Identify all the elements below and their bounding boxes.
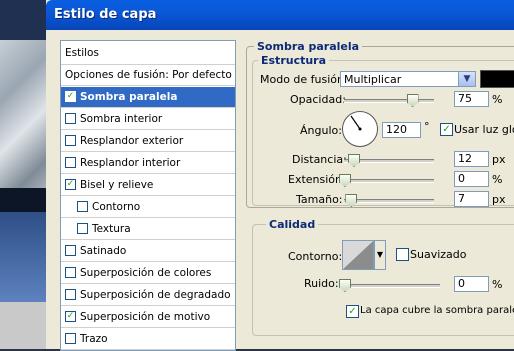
- style-item[interactable]: Satinado: [61, 241, 235, 262]
- antialias-label[interactable]: Suavizado: [410, 248, 467, 261]
- noise-unit: %: [492, 278, 503, 291]
- contour-label: Contorno:: [288, 250, 343, 263]
- spread-label: Extensión:: [288, 173, 346, 186]
- style-checkbox[interactable]: [77, 200, 88, 212]
- style-item-label: Contorno: [92, 201, 141, 213]
- style-item[interactable]: Resplandor interior: [61, 153, 235, 174]
- style-item[interactable]: Trazo: [61, 329, 235, 350]
- chevron-down-icon: ▼: [458, 72, 475, 86]
- style-checkbox[interactable]: ✓: [65, 310, 76, 322]
- title-bar[interactable]: Estilo de capa: [46, 0, 514, 30]
- angle-input[interactable]: 120: [382, 122, 421, 138]
- drop-shadow-title: Sombra paralela: [254, 40, 363, 53]
- style-checkbox[interactable]: [65, 266, 76, 278]
- shadow-color-swatch[interactable]: [480, 70, 514, 88]
- style-checkbox[interactable]: [65, 112, 76, 124]
- style-item-label: Opciones de fusión: Por defecto: [65, 69, 232, 81]
- global-light-checkbox[interactable]: ✓: [440, 123, 453, 136]
- style-item[interactable]: Opciones de fusión: Por defecto: [61, 65, 235, 86]
- style-item[interactable]: Sombra interior: [61, 109, 235, 130]
- contour-preview[interactable]: [342, 240, 374, 270]
- size-label: Tamaño:: [296, 193, 343, 206]
- noise-label: Ruido:: [304, 277, 339, 290]
- window-title: Estilo de capa: [54, 7, 157, 22]
- blend-mode-select[interactable]: Multiplicar ▼: [340, 71, 476, 87]
- structure-title: Estructura: [258, 54, 330, 67]
- style-checkbox[interactable]: [77, 222, 88, 234]
- style-item[interactable]: Superposición de degradado: [61, 285, 235, 306]
- style-item-label: Sombra interior: [80, 113, 163, 125]
- opacity-unit: %: [492, 93, 503, 106]
- size-unit: px: [492, 193, 506, 206]
- noise-input[interactable]: 0: [454, 276, 489, 292]
- style-item[interactable]: ✓ Bisel y relieve: [61, 175, 235, 196]
- noise-slider[interactable]: [344, 284, 440, 288]
- knockout-checkbox[interactable]: ✓: [346, 305, 359, 318]
- angle-unit: °: [424, 120, 430, 133]
- dialog-body: Estilos Opciones de fusión: Por defecto ✓…: [48, 30, 514, 351]
- style-checkbox[interactable]: ✓: [65, 90, 76, 102]
- style-item[interactable]: Resplandor exterior: [61, 131, 235, 152]
- style-checkbox[interactable]: ✓: [65, 178, 76, 190]
- styles-header[interactable]: Estilos: [61, 41, 235, 65]
- style-item-label: Bisel y relieve: [80, 179, 154, 191]
- global-light-label[interactable]: Usar luz global: [454, 123, 514, 136]
- angle-dial[interactable]: [342, 111, 378, 147]
- contour-curve-icon: [343, 241, 373, 269]
- spread-slider[interactable]: [344, 179, 434, 183]
- spread-unit: %: [492, 173, 503, 186]
- style-checkbox[interactable]: [65, 244, 76, 256]
- angle-needle-icon: [350, 115, 362, 131]
- style-item[interactable]: ✓ Superposición de motivo: [61, 307, 235, 328]
- check-icon: ✓: [348, 306, 357, 317]
- style-item-label: Trazo: [80, 333, 108, 345]
- opacity-input[interactable]: 75: [454, 91, 489, 107]
- style-item[interactable]: Contorno: [61, 197, 235, 218]
- style-item-label: Superposición de colores: [80, 267, 212, 279]
- quality-title: Calidad: [266, 218, 319, 231]
- style-item-label: Satinado: [80, 245, 127, 257]
- distance-label: Distancia:: [292, 153, 347, 166]
- style-checkbox[interactable]: [65, 288, 76, 300]
- styles-list: Estilos Opciones de fusión: Por defecto ✓…: [60, 40, 236, 351]
- style-checkbox[interactable]: [65, 134, 76, 146]
- style-item-label: Resplandor interior: [80, 157, 181, 169]
- spread-input[interactable]: 0: [454, 171, 489, 187]
- style-checkbox[interactable]: [65, 156, 76, 168]
- distance-unit: px: [492, 153, 506, 166]
- blend-mode-value: Multiplicar: [344, 73, 402, 86]
- angle-label: Ángulo:: [300, 124, 342, 137]
- opacity-slider[interactable]: [344, 99, 434, 103]
- style-item-label: Superposición de motivo: [80, 311, 211, 323]
- style-item-label: Resplandor exterior: [80, 135, 184, 147]
- style-item-label: Textura: [92, 223, 131, 235]
- style-item-label: Sombra paralela: [80, 91, 178, 103]
- antialias-checkbox[interactable]: [396, 248, 409, 261]
- style-item[interactable]: ✓ Sombra paralela: [61, 87, 235, 108]
- contour-dropdown-arrow-icon[interactable]: ▼: [374, 240, 386, 270]
- layer-style-dialog: Estilo de capa Estilos Opciones de fusió…: [46, 0, 514, 351]
- knockout-label[interactable]: La capa cubre la sombra paralela: [360, 305, 514, 316]
- style-item[interactable]: Superposición de colores: [61, 263, 235, 284]
- style-checkbox[interactable]: [65, 332, 76, 344]
- blend-mode-label: Modo de fusión:: [260, 73, 348, 86]
- style-item[interactable]: Textura: [61, 219, 235, 240]
- opacity-label: Opacidad:: [290, 93, 346, 106]
- distance-input[interactable]: 12: [454, 151, 489, 167]
- style-item-label: Superposición de degradado: [80, 289, 231, 301]
- check-icon: ✓: [442, 124, 451, 135]
- size-slider[interactable]: [344, 199, 434, 203]
- size-input[interactable]: 7: [454, 191, 489, 207]
